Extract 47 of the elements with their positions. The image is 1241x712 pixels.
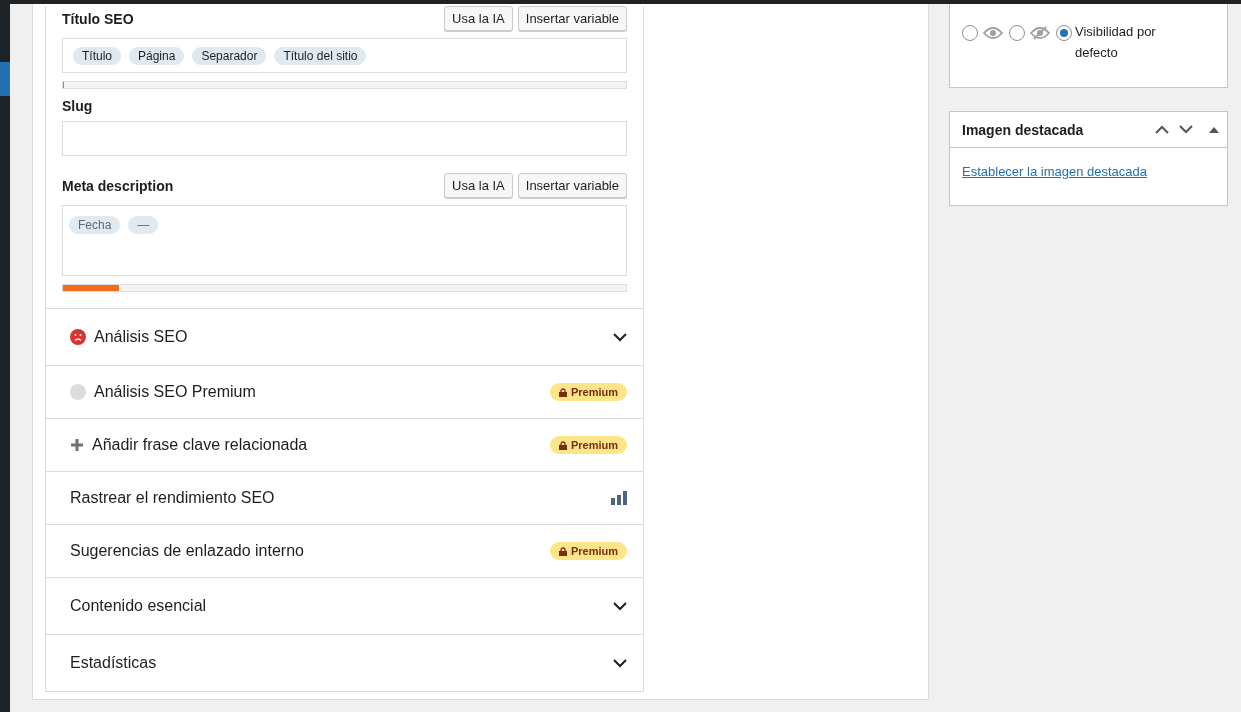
ai-button[interactable]: Usa la IA: [444, 6, 513, 31]
accordion-row[interactable]: Sugerencias de enlazado interno Premium: [46, 524, 643, 577]
insert-variable-button[interactable]: Insertar variable: [517, 173, 627, 198]
snippet-field[interactable]: Fecha —: [62, 205, 627, 276]
set-image-link[interactable]: Establecer la imagen destacada: [962, 164, 1147, 179]
chevron-up-icon[interactable]: [1155, 125, 1169, 134]
field-label: Slug: [62, 98, 93, 114]
field-label: Título SEO: [62, 10, 134, 27]
plus-icon: [70, 438, 84, 452]
triangle-up-icon[interactable]: [1209, 126, 1219, 133]
chevron-down-icon[interactable]: [613, 658, 627, 668]
panel-title: Imagen destacada: [962, 121, 1085, 138]
radio-button[interactable]: [1056, 24, 1072, 41]
premium-badge: Premium: [549, 542, 627, 560]
variable-tag: Título: [73, 47, 121, 65]
field-label: Meta description: [62, 177, 174, 194]
variable-tag: —: [128, 216, 159, 234]
radio-button[interactable]: [962, 24, 978, 41]
radio-label: Visibilidad por defecto: [1075, 23, 1157, 62]
accordion-row[interactable]: Añadir frase clave relacionada Premium: [46, 418, 643, 471]
slug-field[interactable]: [62, 121, 627, 156]
accordion-row[interactable]: Contenido esencial: [46, 577, 643, 634]
chevron-down-icon[interactable]: [1179, 125, 1193, 134]
chevron-down-icon[interactable]: [613, 601, 627, 611]
chevron-down-icon[interactable]: [613, 332, 627, 342]
variable-tag: Página: [129, 47, 185, 65]
sad-face-icon: [70, 329, 86, 345]
variable-tag: Fecha: [69, 216, 121, 234]
insert-variable-button[interactable]: Insertar variable: [517, 6, 627, 31]
lock-icon: [558, 440, 567, 450]
accordion-row[interactable]: Estadísticas: [46, 634, 643, 691]
variable-tag: Título del sitio: [274, 47, 367, 65]
snippet-field[interactable]: Título Página Separador Título del sitio: [62, 38, 627, 73]
premium-badge: Premium: [549, 383, 627, 401]
accordion-row[interactable]: Análisis SEO Premium Premium: [46, 365, 643, 418]
accordion-row[interactable]: Rastrear el rendimiento SEO: [46, 471, 643, 524]
eye-icon: [983, 25, 1003, 40]
lock-icon: [558, 387, 567, 397]
accordion-row[interactable]: Análisis SEO: [46, 308, 643, 365]
lock-icon: [558, 546, 567, 556]
bar-chart-icon[interactable]: [611, 491, 627, 505]
status-dot-icon: [70, 384, 86, 400]
eye-slash-icon: [1030, 25, 1050, 40]
radio-button[interactable]: [1009, 24, 1025, 41]
premium-badge: Premium: [549, 436, 627, 454]
variable-tag: Separador: [192, 47, 267, 65]
ai-button[interactable]: Usa la IA: [444, 173, 513, 198]
